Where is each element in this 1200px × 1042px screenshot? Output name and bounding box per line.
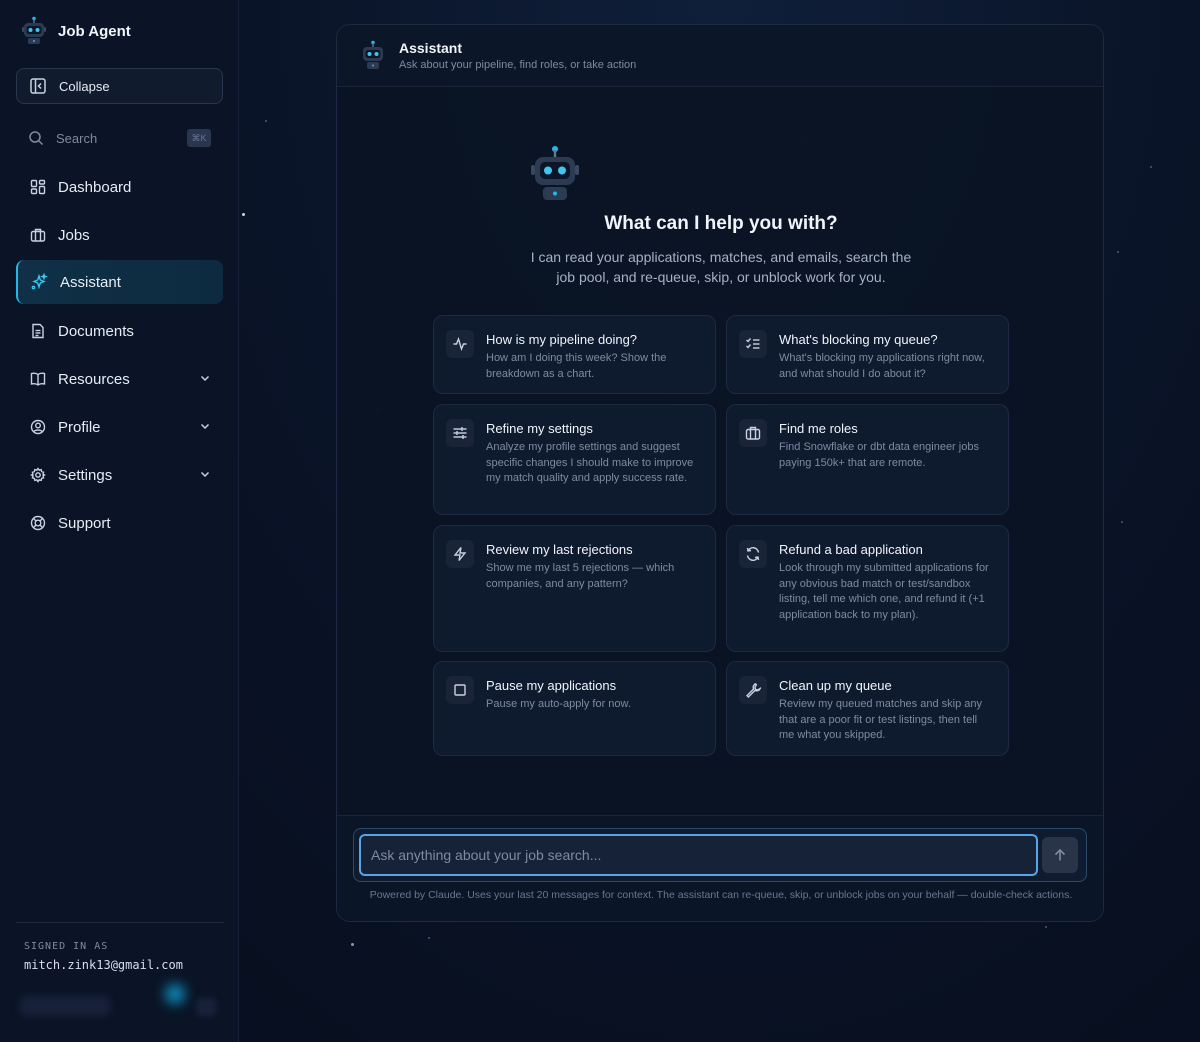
chevron-down-icon[interactable] bbox=[199, 468, 211, 480]
star bbox=[428, 937, 430, 939]
brand[interactable]: Job Agent bbox=[20, 16, 131, 46]
blurred-menu-button[interactable] bbox=[196, 998, 216, 1016]
suggestion-card-rejections[interactable]: Review my last rejections Show me my las… bbox=[433, 525, 716, 652]
collapse-button[interactable]: Collapse bbox=[16, 68, 223, 104]
suggestion-title: What's blocking my queue? bbox=[779, 332, 938, 347]
star bbox=[1117, 251, 1119, 253]
suggestion-card-cleanup[interactable]: Clean up my queue Review my queued match… bbox=[726, 661, 1009, 756]
sidebar-item-jobs[interactable]: Jobs bbox=[16, 214, 223, 256]
chevron-down-icon[interactable] bbox=[199, 372, 211, 384]
sidebar-item-label: Support bbox=[58, 514, 111, 532]
suggestion-title: Pause my applications bbox=[486, 678, 617, 693]
suggestion-desc: Pause my auto-apply for now. bbox=[486, 698, 631, 710]
sidebar-item-support[interactable]: Support bbox=[16, 502, 223, 544]
suggestion-desc: What's blocking my applications right no… bbox=[779, 352, 985, 380]
suggestion-title: Review my last rejections bbox=[486, 542, 633, 557]
sidebar-item-settings[interactable]: Settings bbox=[16, 454, 223, 496]
sidebar-item-documents[interactable]: Documents bbox=[16, 310, 223, 352]
sidebar-item-label: Documents bbox=[58, 322, 134, 340]
dashboard-icon bbox=[30, 179, 46, 195]
blurred-plan-badge bbox=[20, 996, 110, 1016]
send-button[interactable] bbox=[1042, 837, 1078, 873]
sidebar: Job Agent Collapse Search ⌘K Dashboard J… bbox=[0, 0, 239, 1042]
suggestion-title: Clean up my queue bbox=[779, 678, 892, 693]
suggestion-desc: Show me my last 5 rejections — which com… bbox=[486, 562, 675, 590]
sidebar-search[interactable]: Search ⌘K bbox=[16, 122, 223, 154]
suggestion-title: Refine my settings bbox=[486, 421, 593, 436]
suggestion-title: How is my pipeline doing? bbox=[486, 332, 638, 347]
search-shortcut-badge: ⌘K bbox=[187, 129, 211, 147]
sidebar-item-resources[interactable]: Resources bbox=[16, 358, 223, 400]
robot-avatar-icon bbox=[363, 40, 383, 69]
star bbox=[1121, 521, 1123, 523]
star bbox=[1150, 166, 1152, 168]
arrow-up-icon bbox=[1054, 848, 1066, 861]
chat-input[interactable] bbox=[359, 834, 1038, 876]
sidebar-item-label: Resources bbox=[58, 370, 130, 388]
star bbox=[1045, 926, 1047, 928]
signed-in-section: SIGNED IN AS mitch.zink13@gmail.com bbox=[16, 922, 224, 972]
suggestion-card-find-roles[interactable]: Find me roles Find Snowflake or dbt data… bbox=[726, 404, 1009, 515]
star bbox=[265, 120, 267, 122]
composer-area: Powered by Claude. Uses your last 20 mes… bbox=[337, 815, 1103, 921]
sidebar-item-label: Settings bbox=[58, 466, 113, 484]
assistant-panel: Assistant Ask about your pipeline, find … bbox=[336, 24, 1104, 922]
search-icon bbox=[29, 131, 44, 146]
star bbox=[351, 943, 354, 946]
stop-icon bbox=[446, 676, 474, 704]
lifebuoy-icon bbox=[30, 515, 46, 531]
collapse-label: Collapse bbox=[59, 78, 110, 94]
assistant-title: Assistant bbox=[399, 40, 463, 56]
refresh-icon bbox=[739, 540, 767, 568]
sidebar-item-label: Jobs bbox=[58, 226, 90, 244]
suggestion-title: Find me roles bbox=[779, 421, 858, 436]
search-label: Search bbox=[56, 130, 98, 146]
book-icon bbox=[30, 372, 46, 386]
suggestion-desc: Analyze my profile settings and suggest … bbox=[486, 441, 694, 484]
document-icon bbox=[32, 323, 44, 339]
suggestion-card-pipeline[interactable]: How is my pipeline doing? How am I doing… bbox=[433, 315, 716, 394]
chevron-down-icon[interactable] bbox=[199, 420, 211, 432]
signed-in-label: SIGNED IN AS bbox=[24, 941, 109, 952]
sidebar-item-label: Profile bbox=[58, 418, 101, 436]
sparkles-icon bbox=[31, 273, 48, 290]
sidebar-item-label: Dashboard bbox=[58, 178, 132, 196]
briefcase-icon bbox=[739, 419, 767, 447]
user-circle-icon bbox=[30, 419, 46, 435]
suggestion-desc: Look through my submitted applications f… bbox=[779, 562, 989, 621]
footer-note: Powered by Claude. Uses your last 20 mes… bbox=[369, 889, 1073, 901]
signed-in-email: mitch.zink13@gmail.com bbox=[24, 958, 183, 972]
briefcase-icon bbox=[30, 228, 46, 242]
hero-text: I can read your applications, matches, a… bbox=[530, 249, 912, 285]
suggestion-card-refund[interactable]: Refund a bad application Look through my… bbox=[726, 525, 1009, 652]
collapse-sidebar-icon bbox=[30, 78, 46, 94]
sidebar-item-dashboard[interactable]: Dashboard bbox=[16, 166, 223, 208]
robot-logo-icon bbox=[22, 16, 46, 44]
hero-title: What can I help you with? bbox=[604, 213, 838, 234]
suggestion-desc: Review my queued matches and skip any th… bbox=[779, 698, 982, 741]
sidebar-item-label: Assistant bbox=[60, 273, 121, 291]
wrench-icon bbox=[739, 676, 767, 704]
suggestion-card-settings[interactable]: Refine my settings Analyze my profile se… bbox=[433, 404, 716, 515]
star bbox=[242, 213, 245, 216]
blurred-status-dot bbox=[165, 984, 185, 1004]
app-title: Job Agent bbox=[58, 22, 131, 40]
suggestion-title: Refund a bad application bbox=[779, 542, 923, 557]
assistant-subtitle: Ask about your pipeline, find roles, or … bbox=[399, 59, 637, 71]
list-checks-icon bbox=[739, 330, 767, 358]
sidebar-item-assistant[interactable]: Assistant bbox=[16, 260, 223, 304]
composer bbox=[353, 828, 1087, 882]
sliders-icon bbox=[446, 419, 474, 447]
suggestion-card-pause[interactable]: Pause my applications Pause my auto-appl… bbox=[433, 661, 716, 756]
activity-icon bbox=[446, 330, 474, 358]
suggestion-card-blocking[interactable]: What's blocking my queue? What's blockin… bbox=[726, 315, 1009, 394]
suggestion-desc: How am I doing this week? Show the break… bbox=[486, 352, 667, 380]
bolt-icon bbox=[446, 540, 474, 568]
gear-icon bbox=[30, 467, 46, 483]
sidebar-item-profile[interactable]: Profile bbox=[16, 406, 223, 448]
suggestion-desc: Find Snowflake or dbt data engineer jobs… bbox=[779, 441, 979, 469]
robot-hero-icon bbox=[531, 146, 579, 200]
assistant-header: Assistant Ask about your pipeline, find … bbox=[337, 25, 1103, 87]
